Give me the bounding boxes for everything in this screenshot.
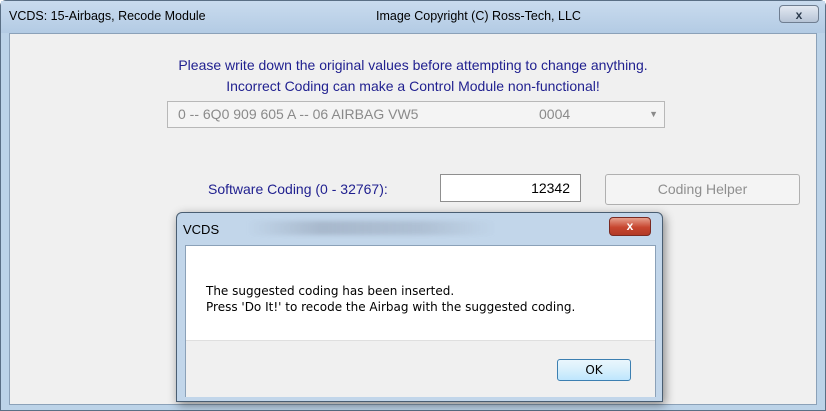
dialog-message-line2: Press 'Do It!' to recode the Airbag with…	[206, 300, 576, 314]
module-select-value: 0 -- 6Q0 909 605 A -- 06 AIRBAG VW5	[178, 106, 419, 122]
dialog-footer: OK	[186, 340, 655, 397]
coding-helper-button[interactable]: Coding Helper	[605, 174, 800, 205]
module-select[interactable]: 0 -- 6Q0 909 605 A -- 06 AIRBAG VW5 0004…	[167, 101, 665, 128]
dialog-close-button[interactable]: x	[609, 217, 651, 236]
dialog-title-blur	[247, 221, 497, 235]
vcds-message-dialog: VCDS x The suggested coding has been ins…	[176, 212, 663, 402]
window-close-button[interactable]: x	[779, 5, 819, 23]
title-bar: VCDS: 15-Airbags, Recode Module Image Co…	[1, 1, 825, 33]
dialog-body: The suggested coding has been inserted. …	[185, 245, 656, 397]
close-icon: x	[795, 8, 803, 22]
warning-text-line2: Incorrect Coding can make a Control Modu…	[226, 78, 600, 94]
software-coding-input[interactable]: 12342	[440, 174, 581, 202]
module-select-coding: 0004	[539, 106, 571, 122]
window-title: VCDS: 15-Airbags, Recode Module	[9, 9, 206, 23]
dialog-title: VCDS	[183, 222, 220, 237]
close-icon: x	[626, 219, 634, 233]
warning-text-line1: Please write down the original values be…	[178, 57, 648, 73]
dialog-message-line1: The suggested coding has been inserted.	[206, 284, 455, 298]
ok-button[interactable]: OK	[557, 359, 631, 381]
software-coding-label: Software Coding (0 - 32767):	[208, 181, 388, 197]
copyright-text: Image Copyright (C) Ross-Tech, LLC	[376, 9, 581, 23]
chevron-down-icon: ▼	[649, 109, 658, 119]
